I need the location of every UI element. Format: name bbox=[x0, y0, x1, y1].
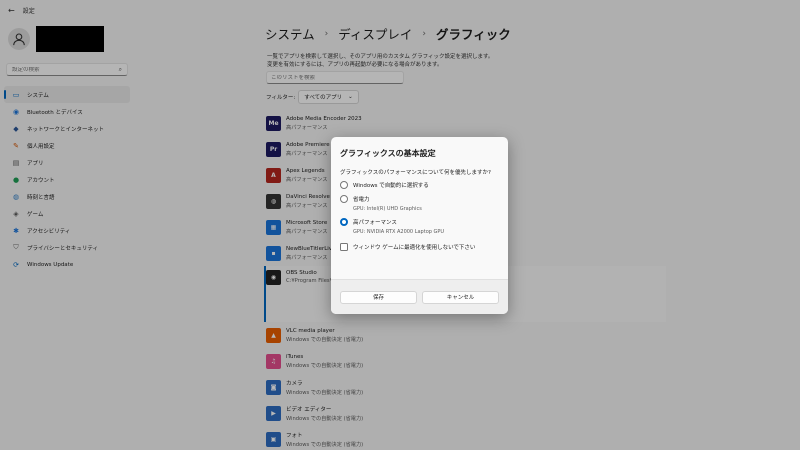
radio-button-checked[interactable] bbox=[340, 218, 348, 226]
radio-sub-label: GPU: NVIDIA RTX A2000 Laptop GPU bbox=[353, 229, 445, 235]
dialog-footer: 保存 キャンセル bbox=[331, 279, 508, 314]
radio-option-high-performance[interactable]: 高パフォーマンス bbox=[340, 218, 499, 226]
dialog-question: グラフィックスのパフォーマンスについて何を優先しますか? bbox=[340, 170, 491, 176]
checkbox-label: ウィンドウ ゲームに最適化を使用しないで下さい bbox=[353, 245, 476, 251]
cancel-button[interactable]: キャンセル bbox=[422, 290, 499, 304]
radio-label: 省電力 bbox=[353, 197, 370, 203]
windowed-game-optimization-checkbox-row[interactable]: ウィンドウ ゲームに最適化を使用しないで下さい bbox=[340, 243, 499, 251]
radio-label: 高パフォーマンス bbox=[353, 220, 397, 226]
radio-label: Windows で自動的に選択する bbox=[353, 183, 429, 189]
checkbox[interactable] bbox=[340, 243, 348, 251]
radio-option-auto[interactable]: Windows で自動的に選択する bbox=[340, 181, 499, 189]
radio-option-power-saving[interactable]: 省電力 bbox=[340, 195, 499, 203]
save-button[interactable]: 保存 bbox=[340, 290, 417, 304]
radio-button[interactable] bbox=[340, 181, 348, 189]
dialog-body: グラフィックスの基本設定 グラフィックスのパフォーマンスについて何を優先しますか… bbox=[331, 137, 508, 279]
dialog-title: グラフィックスの基本設定 bbox=[340, 149, 436, 158]
radio-sub-label: GPU: Intel(R) UHD Graphics bbox=[353, 206, 422, 212]
radio-button[interactable] bbox=[340, 195, 348, 203]
graphics-preference-dialog: グラフィックスの基本設定 グラフィックスのパフォーマンスについて何を優先しますか… bbox=[331, 137, 508, 314]
